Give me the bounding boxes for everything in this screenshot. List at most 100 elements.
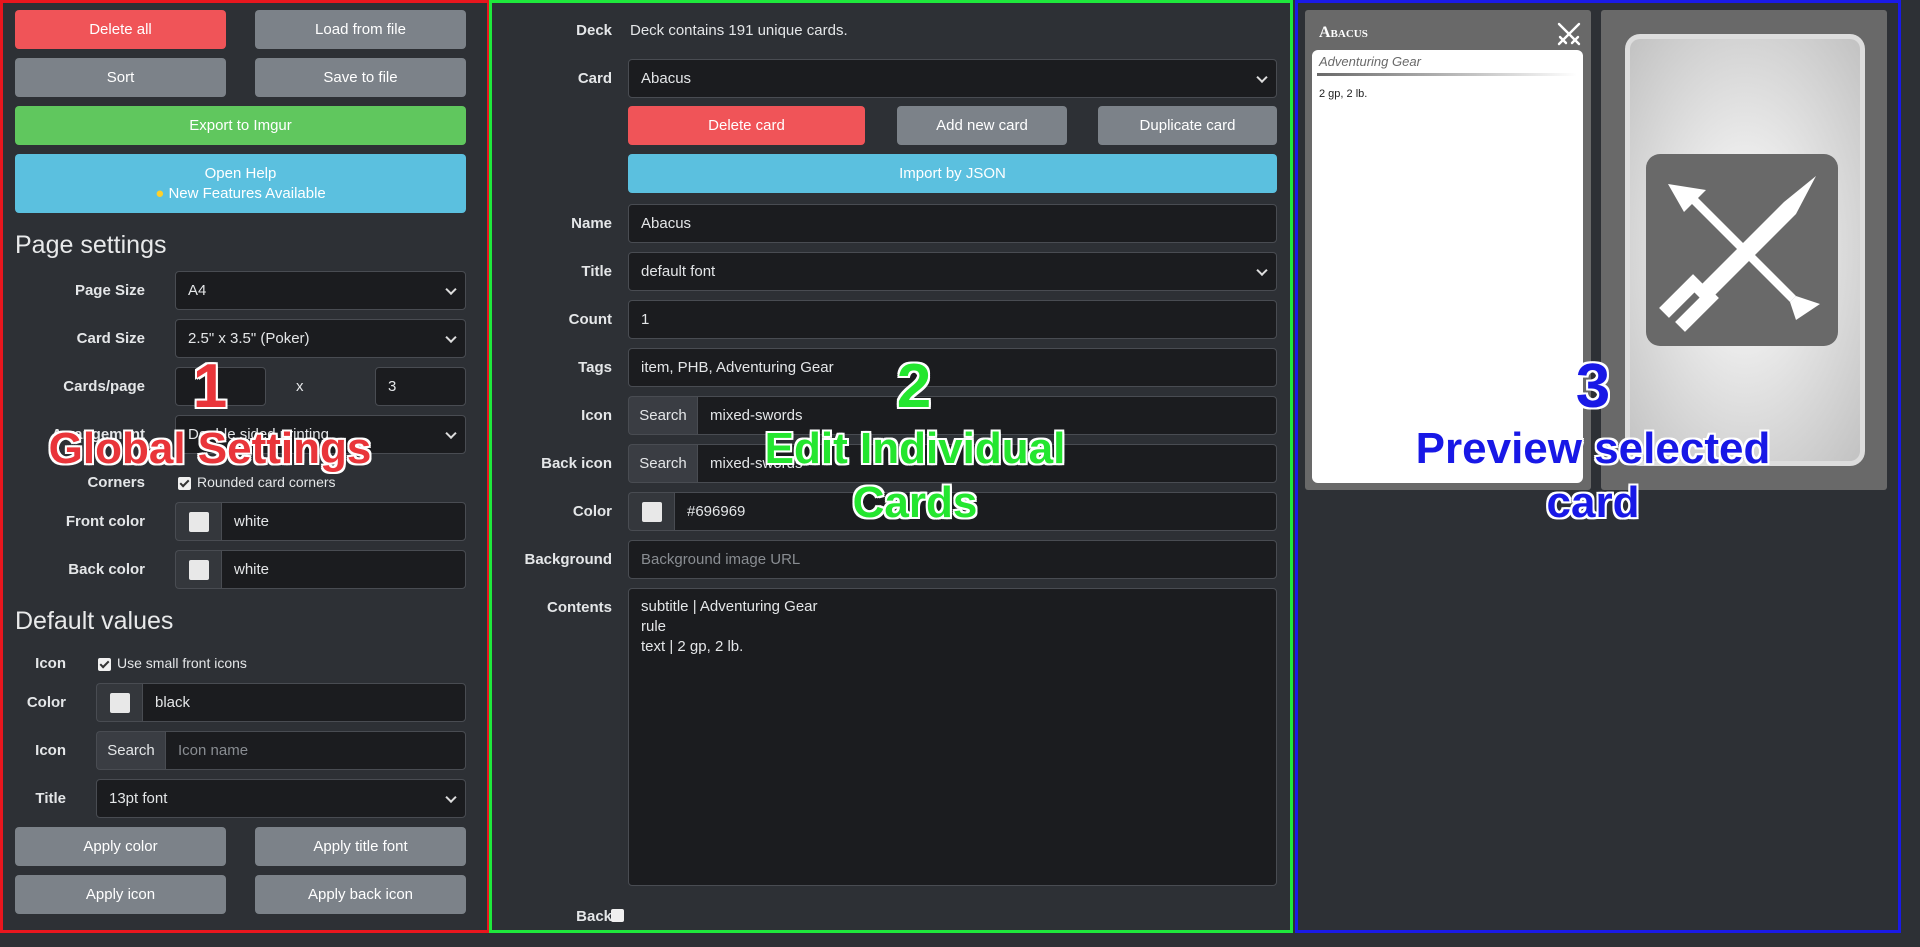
apply-icon-button[interactable]: Apply icon — [15, 875, 226, 914]
preview-card-subtitle: Adventuring Gear — [1319, 54, 1421, 69]
delete-all-button[interactable]: Delete all — [15, 10, 226, 49]
card-select[interactable]: Abacus — [628, 59, 1277, 98]
overlay-edit-individual: Edit Individual — [764, 424, 1066, 473]
page-size-select[interactable]: A4 — [175, 271, 466, 310]
preview-card-title: Abacus — [1319, 24, 1368, 41]
rounded-corners-checkbox[interactable]: Rounded card corners — [178, 474, 336, 490]
color-value: #696969 — [687, 503, 746, 520]
icon-label: Icon — [581, 407, 612, 424]
small-icons-checkbox[interactable]: Use small front icons — [98, 655, 247, 671]
back-icon-label: Back icon — [541, 455, 612, 472]
open-help-button[interactable]: Open Help ● New Features Available — [15, 154, 466, 213]
background-input[interactable]: Background image URL — [628, 540, 1277, 579]
contents-label: Contents — [547, 599, 612, 616]
front-color-swatch[interactable] — [175, 502, 221, 541]
lightbulb-icon: ● — [155, 184, 165, 202]
card-value: Abacus — [641, 70, 692, 87]
deck-label: Deck — [576, 22, 612, 39]
back-color-input[interactable]: white — [221, 550, 466, 589]
background-placeholder: Background image URL — [641, 551, 801, 568]
cards-page-separator: x — [296, 378, 304, 395]
default-color-swatch[interactable] — [96, 683, 142, 722]
apply-title-font-button[interactable]: Apply title font — [255, 827, 466, 866]
title-value: default font — [641, 263, 716, 280]
import-json-button[interactable]: Import by JSON — [628, 154, 1277, 193]
back-card-icon-box — [1646, 154, 1838, 346]
default-icon-placeholder: Icon name — [178, 742, 249, 759]
back-label: Back — [576, 908, 612, 925]
default-color-label: Color — [26, 694, 66, 711]
default-values-heading: Default values — [15, 607, 174, 635]
preview-card-text: 2 gp, 2 lb. — [1319, 88, 1368, 100]
default-title-value: 13pt font — [109, 790, 168, 807]
overlay-cards: Cards — [852, 478, 978, 527]
duplicate-card-button[interactable]: Duplicate card — [1098, 106, 1277, 145]
cards-page-label: Cards/page — [63, 378, 145, 395]
count-label: Count — [568, 311, 612, 328]
default-icon2-label: Icon — [35, 742, 66, 759]
save-to-file-button[interactable]: Save to file — [255, 58, 466, 97]
apply-color-button[interactable]: Apply color — [15, 827, 226, 866]
title-label: Title — [581, 263, 612, 280]
checkbox-checked-icon — [178, 476, 191, 490]
export-imgur-button[interactable]: Export to Imgur — [15, 106, 466, 145]
sort-button[interactable]: Sort — [15, 58, 226, 97]
front-color-input[interactable]: white — [221, 502, 466, 541]
load-from-file-button[interactable]: Load from file — [255, 10, 466, 49]
back-color-swatch[interactable] — [175, 550, 221, 589]
page-settings-heading: Page settings — [15, 231, 167, 259]
default-color-value: black — [155, 694, 191, 711]
tags-value: item, PHB, Adventuring Gear — [641, 359, 834, 376]
apply-back-icon-button[interactable]: Apply back icon — [255, 875, 466, 914]
preview-card-rule — [1317, 73, 1577, 76]
small-icons-label: Use small front icons — [117, 655, 247, 671]
new-features-label: New Features Available — [168, 184, 326, 202]
open-help-label: Open Help — [204, 164, 277, 182]
count-value: 1 — [641, 311, 650, 328]
front-color-label: Front color — [65, 513, 145, 530]
deck-info: Deck contains 191 unique cards. — [630, 22, 848, 39]
back-card-preview — [1601, 10, 1887, 490]
default-title-label: Title — [35, 790, 66, 807]
default-title-select[interactable]: 13pt font — [96, 779, 466, 818]
add-new-card-button[interactable]: Add new card — [897, 106, 1067, 145]
count-input[interactable]: 1 — [628, 300, 1277, 339]
page-size-label: Page Size — [74, 282, 145, 299]
back-color-label: Back color — [68, 561, 145, 578]
tags-label: Tags — [578, 359, 612, 376]
title-select[interactable]: default font — [628, 252, 1277, 291]
color-label: Color — [572, 503, 612, 520]
front-color-value: white — [234, 513, 270, 530]
tags-input[interactable]: item, PHB, Adventuring Gear — [628, 348, 1277, 387]
page-size-value: A4 — [188, 282, 207, 299]
icon-search-button[interactable]: Search — [628, 396, 697, 435]
search-label: Search — [639, 455, 687, 472]
back-icon-search-button[interactable]: Search — [628, 444, 697, 483]
card-size-value: 2.5" x 3.5" (Poker) — [188, 330, 310, 347]
color-swatch[interactable] — [628, 492, 674, 531]
default-icon-input[interactable]: Icon name — [165, 731, 466, 770]
rounded-corners-label: Rounded card corners — [197, 474, 336, 490]
background-label: Background — [524, 551, 612, 568]
card-label: Card — [577, 70, 612, 87]
cards-page-cols-value: 3 — [388, 378, 397, 395]
overlay-global-settings: Global Settings — [48, 424, 372, 473]
name-label: Name — [571, 215, 612, 232]
name-input[interactable]: Abacus — [628, 204, 1277, 243]
default-icon-search-button[interactable]: Search — [96, 731, 165, 770]
contents-textarea[interactable] — [628, 588, 1277, 886]
search-label: Search — [639, 407, 687, 424]
delete-card-button[interactable]: Delete card — [628, 106, 865, 145]
cards-page-cols-input[interactable]: 3 — [375, 367, 466, 406]
preview-card-body: Adventuring Gear 2 gp, 2 lb. — [1312, 50, 1583, 483]
name-value: Abacus — [641, 215, 692, 232]
default-color-input[interactable]: black — [142, 683, 466, 722]
back-color-value: white — [234, 561, 270, 578]
front-card-preview: Abacus Adventuring Gear 2 gp, 2 lb. — [1305, 10, 1591, 490]
corners-label: Corners — [87, 474, 145, 491]
default-icon-label: Icon — [35, 655, 66, 672]
back-checkbox[interactable] — [611, 909, 624, 922]
overlay-number-3: 3 — [1575, 352, 1611, 421]
card-size-label: Card Size — [76, 330, 145, 347]
overlay-number-1: 1 — [192, 352, 228, 421]
